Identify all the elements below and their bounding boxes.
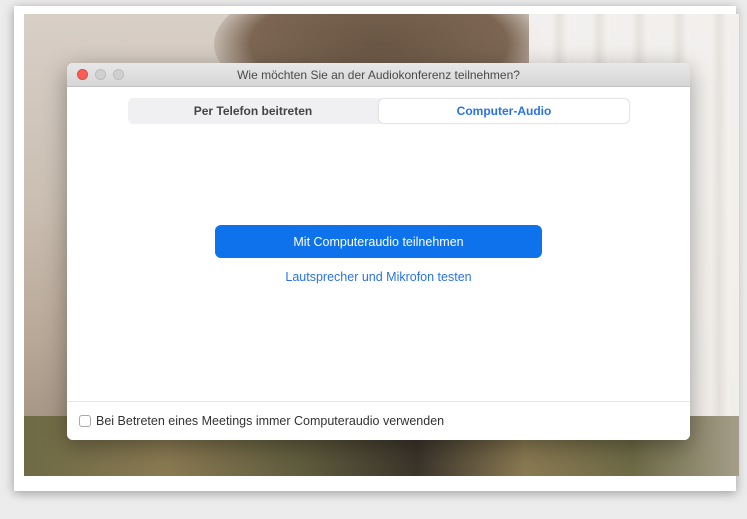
minimize-window-button[interactable] [95,69,106,80]
close-window-button[interactable] [77,69,88,80]
maximize-window-button[interactable] [113,69,124,80]
window-title: Wie möchten Sie an der Audiokonferenz te… [237,67,520,82]
title-bar: Wie möchten Sie an der Audiokonferenz te… [67,63,690,87]
audio-tabs: Per Telefon beitreten Computer-Audio [128,98,630,124]
always-computer-audio-checkbox[interactable] [79,415,91,427]
audio-dialog: Wie möchten Sie an der Audiokonferenz te… [67,63,690,440]
join-computer-audio-button[interactable]: Mit Computeraudio teilnehmen [215,225,542,258]
always-computer-audio-label[interactable]: Bei Betreten eines Meetings immer Comput… [96,414,444,428]
tab-computer-audio[interactable]: Computer-Audio [379,99,629,123]
dialog-footer: Bei Betreten eines Meetings immer Comput… [67,401,690,440]
window-controls [77,69,124,80]
test-speaker-mic-link[interactable]: Lautsprecher und Mikrofon testen [67,270,690,284]
tab-phone[interactable]: Per Telefon beitreten [128,98,378,124]
